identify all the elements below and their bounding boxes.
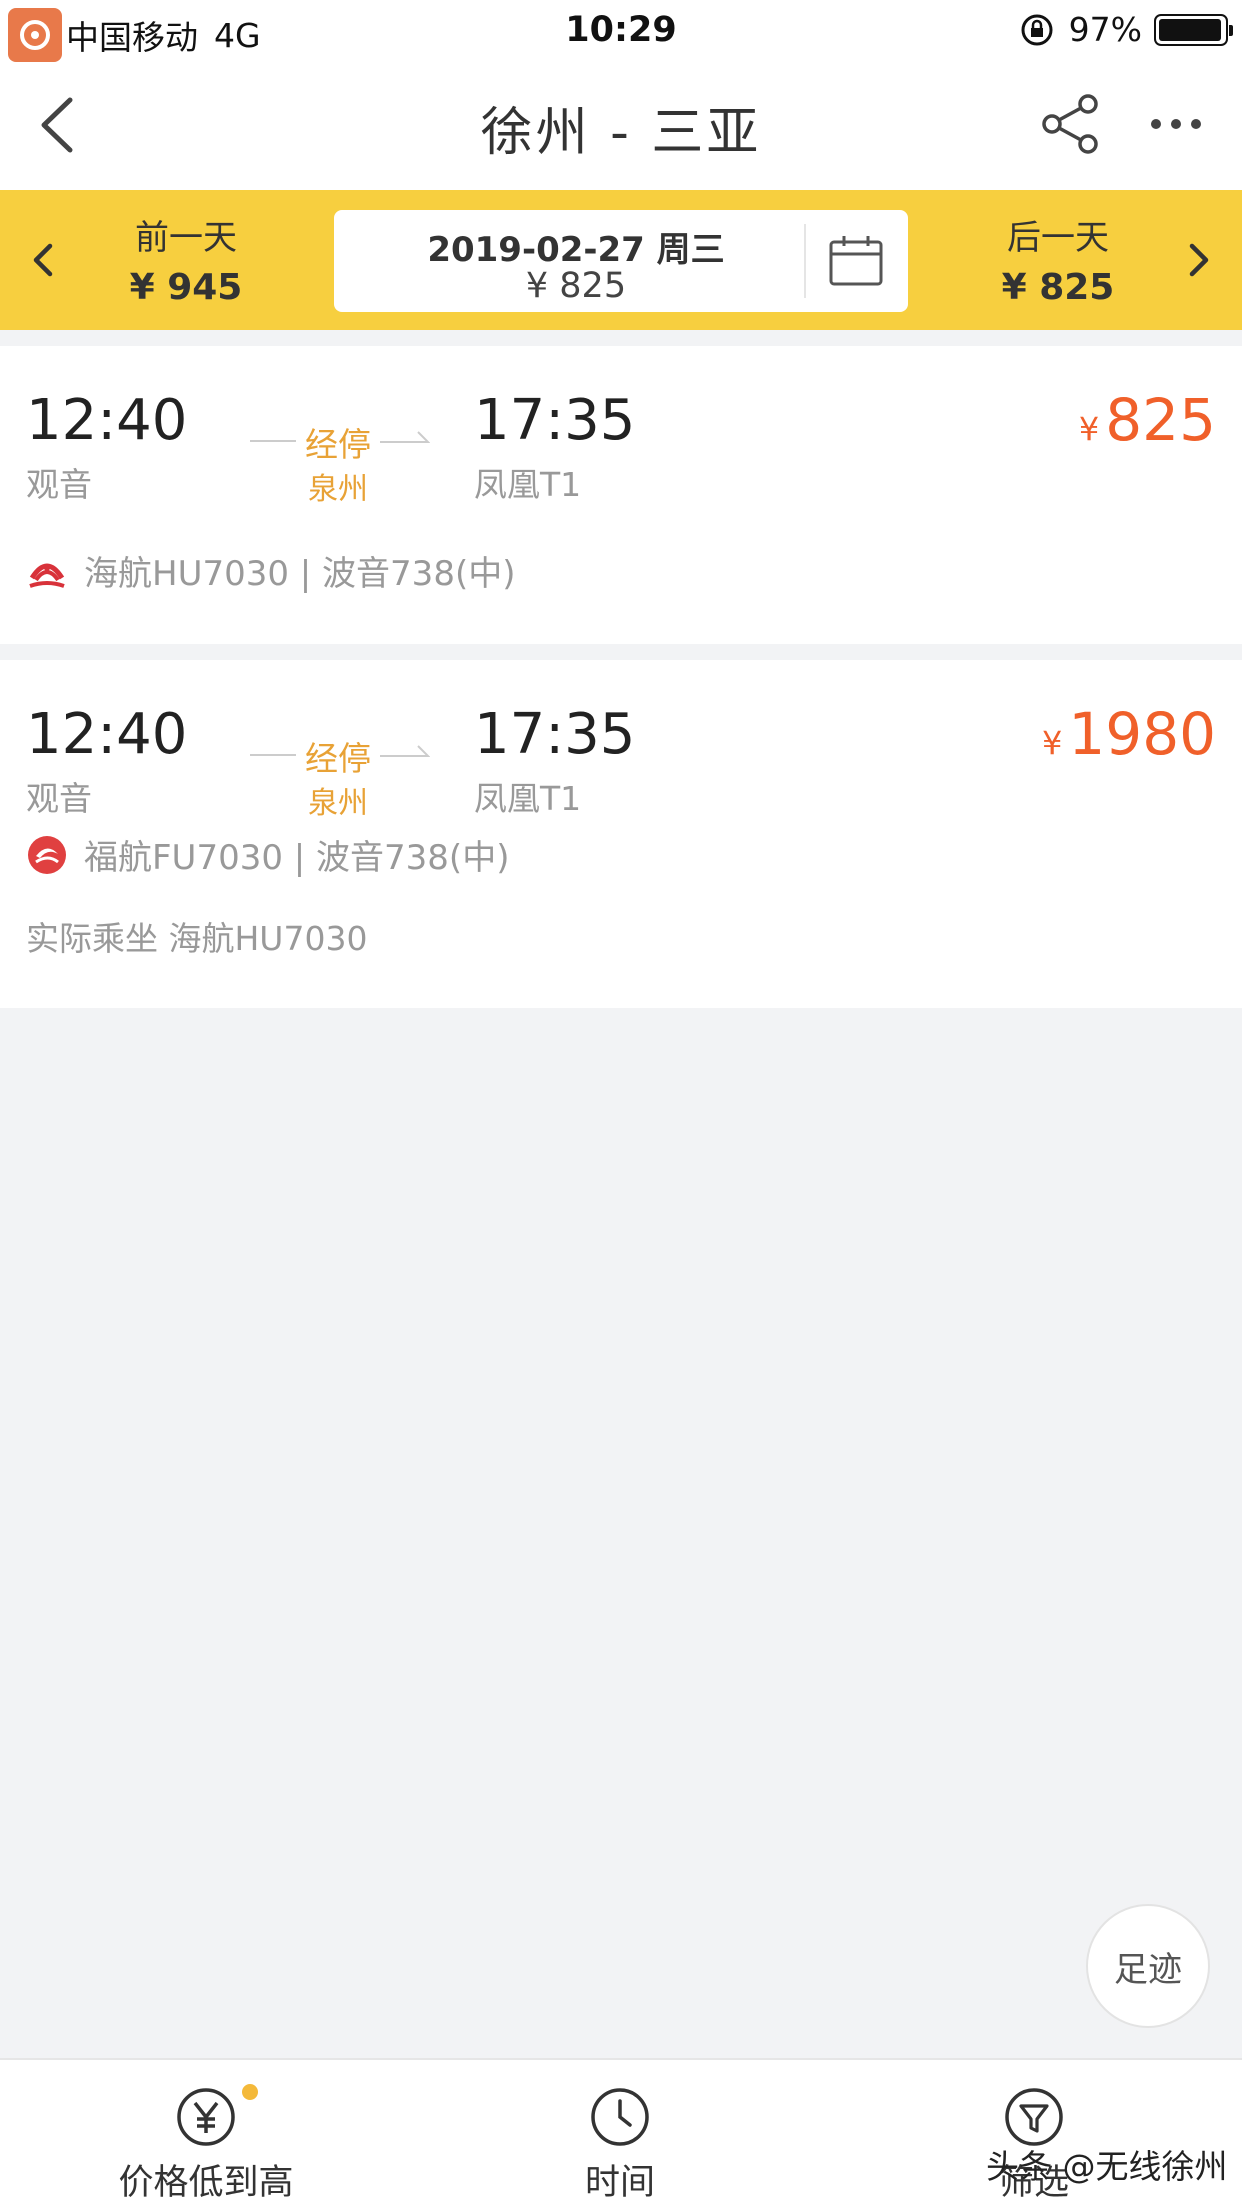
previous-day-button[interactable]: 前一天 ¥ 945 xyxy=(86,210,286,308)
battery-icon xyxy=(1154,13,1233,46)
price-value: 825 xyxy=(1105,386,1216,454)
fuzhou-airlines-logo-icon xyxy=(28,835,66,874)
share-icon[interactable] xyxy=(1040,92,1104,156)
currency-symbol: ¥ xyxy=(1078,410,1100,448)
route-arrow-icon xyxy=(380,431,430,443)
nav-bar: 徐州 - 三亚 xyxy=(0,62,1242,190)
airline-info: 海航HU7030 | 波音738(中) xyxy=(26,546,515,595)
battery-percent: 97% xyxy=(1068,10,1142,49)
watermark: 头条 @无线徐州 xyxy=(986,2147,1228,2186)
arrival-time: 17:35 xyxy=(474,388,636,453)
next-day-label: 后一天 xyxy=(1007,218,1109,258)
arrival-time: 17:35 xyxy=(474,702,636,767)
departure-airport: 观音 xyxy=(26,465,92,504)
arrival-airport: 凤凰T1 xyxy=(474,779,582,818)
tab-sort-time[interactable]: 时间 xyxy=(470,2086,770,2205)
yen-icon xyxy=(177,2088,235,2146)
arrival-airport: 凤凰T1 xyxy=(474,465,582,504)
current-date-price: ¥ 825 xyxy=(525,266,627,306)
airline-flight-aircraft: 福航FU7030 | 波音738(中) xyxy=(84,838,510,878)
stopover-indicator: 经停 泉州 xyxy=(246,416,432,507)
next-day-price: ¥ 825 xyxy=(1001,267,1115,308)
stopover-city: 泉州 xyxy=(308,472,368,507)
route-arrow-icon xyxy=(380,745,430,757)
route-line xyxy=(250,754,296,756)
current-date-box[interactable]: 2019-02-27 周三 ¥ 825 xyxy=(334,210,908,312)
flight-card[interactable]: 12:40 观音 经停 泉州 17:35 凤凰T1 ¥1980 福航FU7030… xyxy=(0,660,1242,1008)
stopover-label: 经停 xyxy=(305,739,371,778)
chevron-right-icon[interactable] xyxy=(1182,238,1216,282)
flight-card[interactable]: 12:40 观音 经停 泉州 17:35 凤凰T1 ¥825 海航HU7030 … xyxy=(0,346,1242,644)
date-selector-bar: 前一天 ¥ 945 2019-02-27 周三 ¥ 825 后一天 ¥ 825 xyxy=(0,190,1242,330)
airline-info: 福航FU7030 | 波音738(中) xyxy=(26,830,509,879)
previous-day-price: ¥ 945 xyxy=(129,267,243,308)
footprint-button[interactable]: 足迹 xyxy=(1086,1904,1210,2028)
notification-dot xyxy=(242,2084,258,2100)
current-date: 2019-02-27 周三 xyxy=(427,230,725,270)
departure-airport: 观音 xyxy=(26,779,92,818)
status-bar: 中国移动 4G 10:29 97% xyxy=(0,0,1242,62)
filter-icon xyxy=(1005,2088,1063,2146)
airline-flight-aircraft: 海航HU7030 | 波音738(中) xyxy=(84,554,516,594)
tab-label: 价格低到高 xyxy=(118,2163,294,2203)
flight-price: ¥1980 xyxy=(1042,700,1216,768)
divider xyxy=(804,224,806,298)
flight-price: ¥825 xyxy=(1079,386,1216,454)
price-value: 1980 xyxy=(1068,700,1216,768)
chevron-left-icon[interactable] xyxy=(26,238,60,282)
tab-sort-price[interactable]: 价格低到高 xyxy=(56,2084,356,2205)
calendar-icon[interactable] xyxy=(828,234,884,288)
route-line xyxy=(250,440,296,442)
previous-day-label: 前一天 xyxy=(135,218,237,258)
codeshare-note: 实际乘坐 海航HU7030 xyxy=(26,919,368,958)
stopover-city: 泉州 xyxy=(308,786,368,821)
stopover-indicator: 经停 泉州 xyxy=(246,730,432,821)
currency-symbol: ¥ xyxy=(1042,724,1063,762)
clock-icon xyxy=(591,2088,649,2146)
stopover-label: 经停 xyxy=(305,425,371,464)
rotation-lock-icon xyxy=(1021,14,1053,45)
next-day-button[interactable]: 后一天 ¥ 825 xyxy=(958,210,1158,308)
hainan-airlines-logo-icon xyxy=(29,563,65,588)
departure-time: 12:40 xyxy=(26,702,188,767)
tab-label: 时间 xyxy=(584,2163,655,2203)
departure-time: 12:40 xyxy=(26,388,188,453)
more-dots-icon[interactable] xyxy=(1148,102,1204,146)
